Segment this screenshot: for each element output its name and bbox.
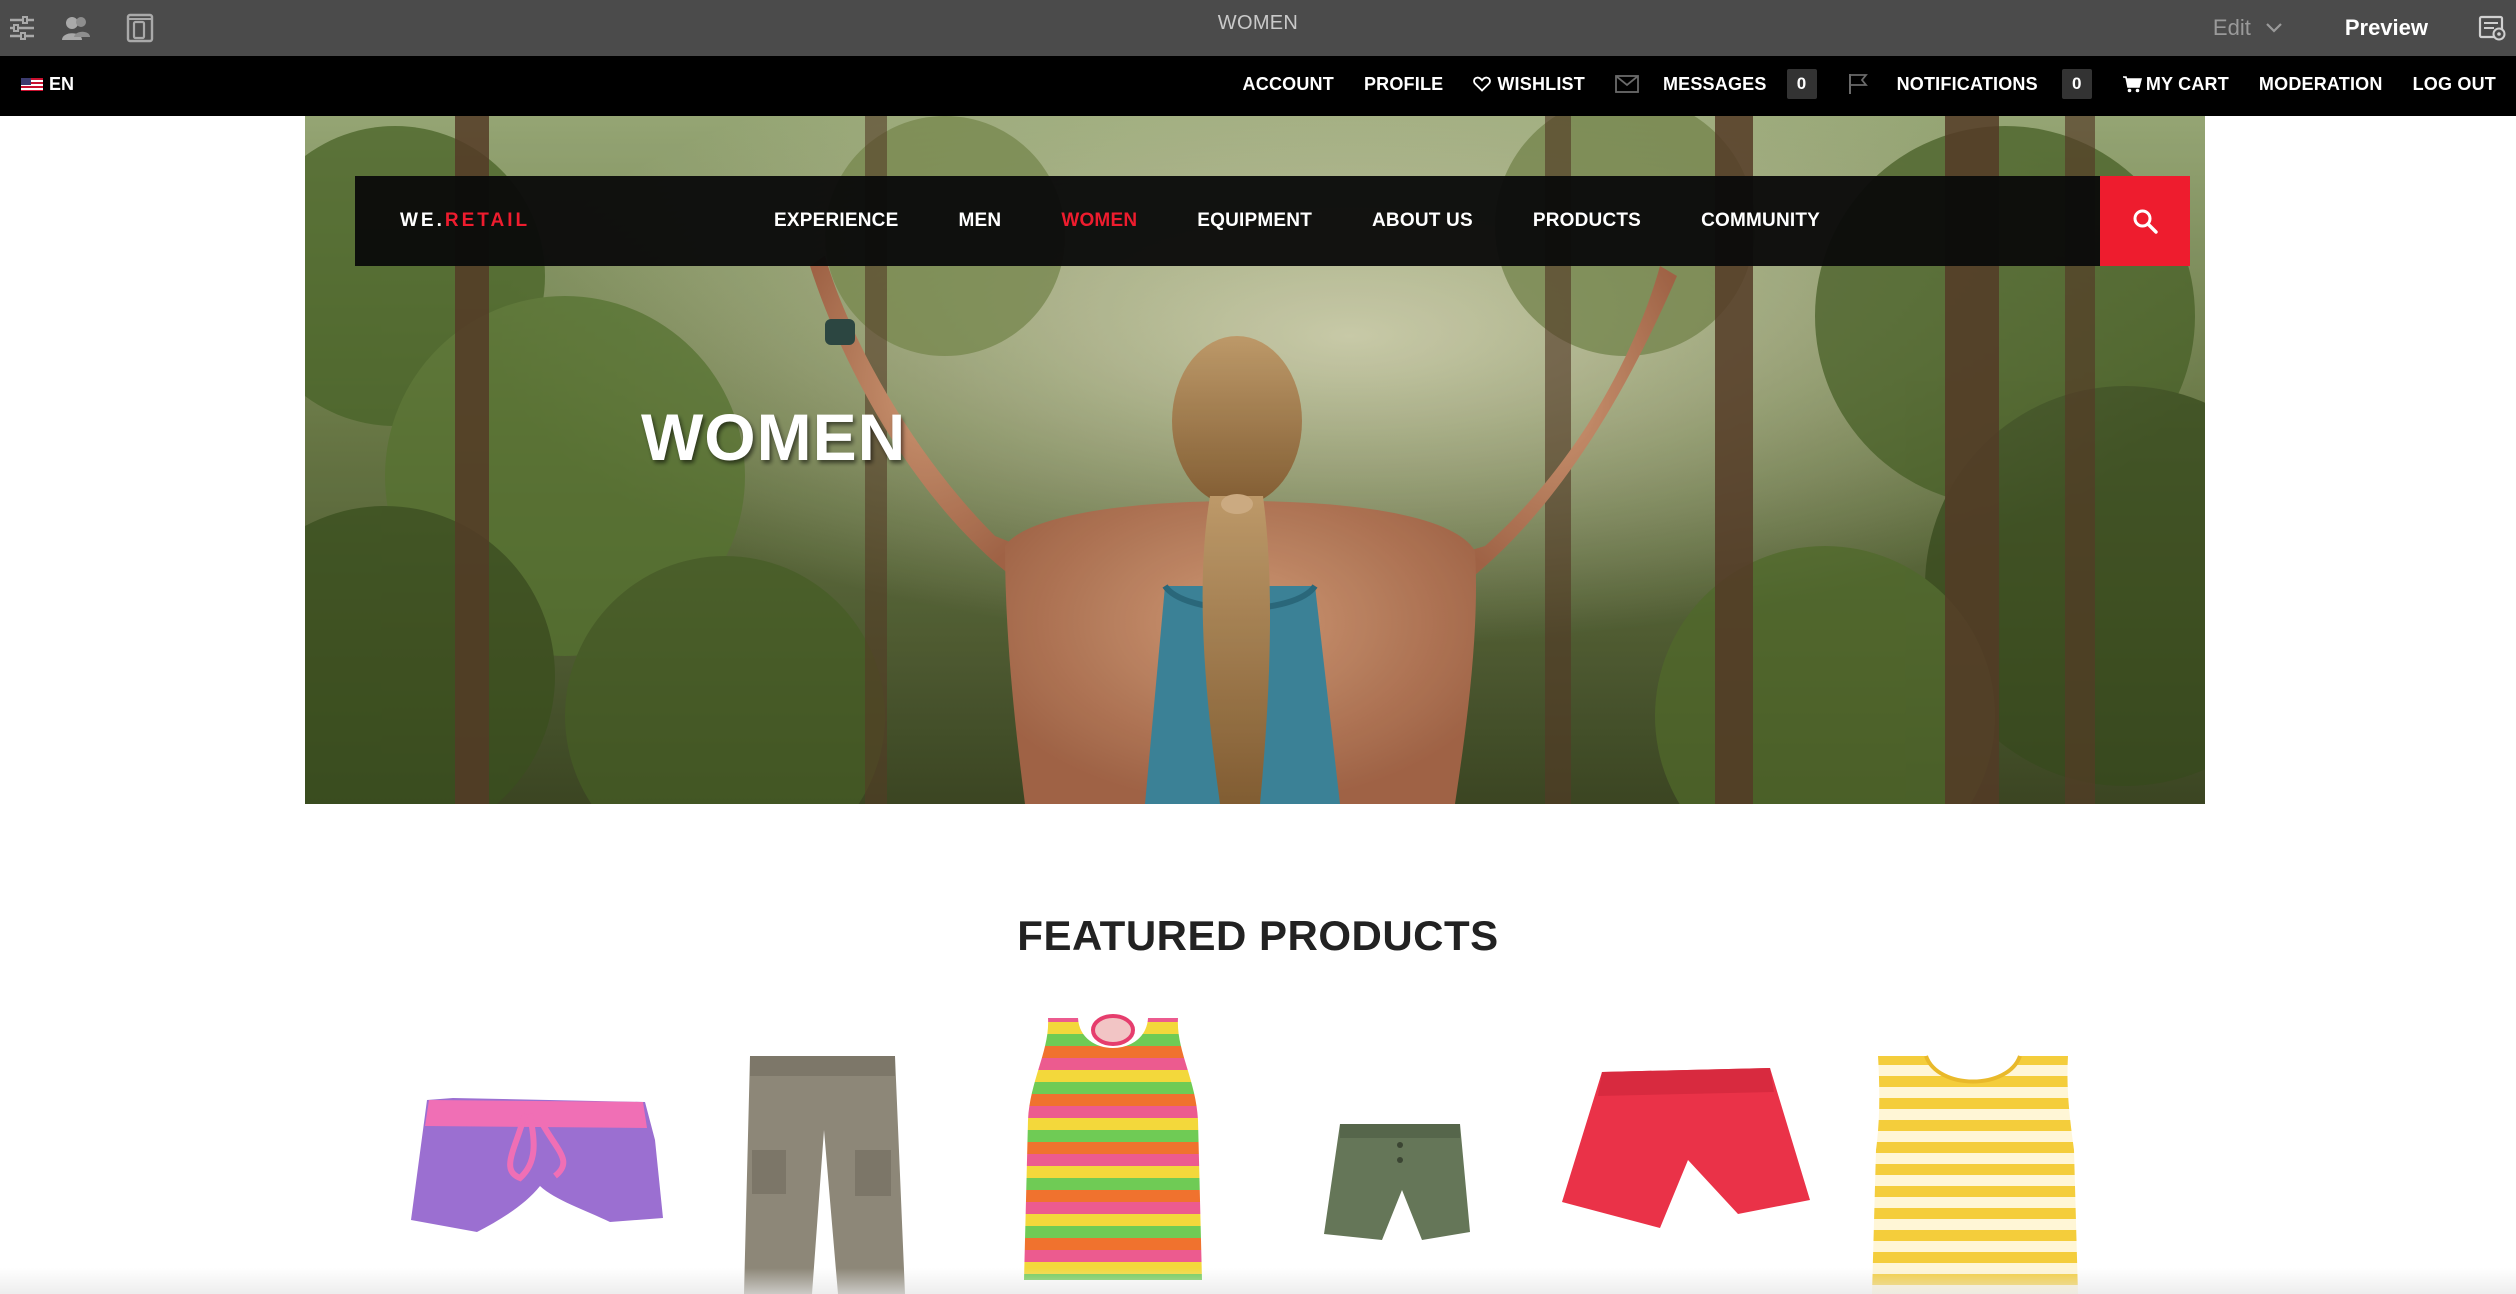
page-title: WOMEN [1217,12,1299,34]
product-purple-pink-shorts[interactable] [405,1010,665,1294]
page-info-icon[interactable] [2472,5,2512,51]
hero-title: WOMEN [641,400,907,474]
preview-button[interactable]: Preview [2345,5,2428,51]
search-icon [2133,209,2158,234]
hero-banner: WE.RETAIL EXPERIENCE MEN WOMEN EQUIPMENT… [305,116,2205,804]
messages-link[interactable]: MESSAGES 0 [1615,69,1817,99]
site-navigation: WE.RETAIL EXPERIENCE MEN WOMEN EQUIPMENT… [355,176,2103,266]
language-selector[interactable]: EN [21,56,74,112]
featured-products-list [0,1010,2516,1294]
messages-count-badge: 0 [1786,69,1817,99]
mode-selector[interactable]: Edit [2213,5,2283,51]
cart-label: MY CART [2145,73,2229,94]
nav-men[interactable]: MEN [958,210,1001,232]
personalization-icon[interactable] [44,0,108,56]
profile-link[interactable]: PROFILE [1364,74,1443,95]
logout-link[interactable]: LOG OUT [2413,74,2496,95]
mode-label: Edit [2212,15,2251,40]
brand-accent: RETAIL [444,210,531,231]
envelope-icon [1615,75,1639,93]
nav-about-us[interactable]: ABOUT US [1372,210,1473,232]
cart-icon [2122,76,2142,93]
product-yellow-striped-tank[interactable] [1868,1010,2083,1294]
cart-link[interactable]: MY CART [2122,74,2229,95]
nav-experience[interactable]: EXPERIENCE [774,210,898,232]
heart-icon [1473,76,1492,92]
brand-logo[interactable]: WE.RETAIL [400,176,530,266]
side-panel-icon[interactable] [0,0,44,56]
emulator-icon[interactable] [108,0,172,56]
search-button[interactable] [2100,176,2190,266]
product-striped-tank-top[interactable] [1018,1010,1208,1294]
product-grey-cargo-pants[interactable] [740,1010,910,1294]
product-olive-shorts[interactable] [1320,1010,1480,1294]
featured-products-heading: FEATURED PRODUCTS [1017,912,1499,959]
nav-equipment[interactable]: EQUIPMENT [1197,210,1312,232]
wishlist-label: WISHLIST [1497,73,1585,94]
community-bar: EN ACCOUNT PROFILE WISHLIST MESSAGES 0 N… [0,56,2516,116]
notifications-link[interactable]: NOTIFICATIONS 0 [1847,69,2092,99]
wishlist-link[interactable]: WISHLIST [1473,74,1585,95]
notifications-label: NOTIFICATIONS [1896,73,2038,94]
nav-products[interactable]: PRODUCTS [1533,210,1641,232]
editor-toolbar: WOMEN Edit Preview [0,0,2516,56]
brand-prefix: WE. [400,210,445,231]
flag-icon [1848,74,1868,94]
account-link[interactable]: ACCOUNT [1243,74,1334,95]
product-red-shorts[interactable] [1560,1010,1820,1294]
nav-community[interactable]: COMMUNITY [1701,210,1820,232]
us-flag-icon [21,77,43,91]
messages-label: MESSAGES [1662,73,1767,94]
notifications-count-badge: 0 [2061,69,2092,99]
language-label: EN [49,73,75,94]
chevron-down-icon [2266,23,2282,33]
nav-women[interactable]: WOMEN [1061,210,1137,232]
moderation-link[interactable]: MODERATION [2259,74,2383,95]
